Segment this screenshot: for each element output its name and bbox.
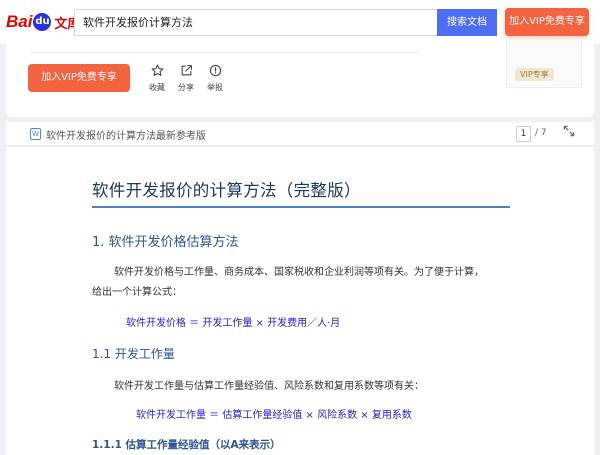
favorite-button[interactable]: 收藏 [142,64,172,93]
share-button[interactable]: 分享 [171,64,201,93]
vip-badge: VIP专享 [515,68,554,81]
share-icon [171,64,201,80]
section-heading-1-1: 1.1 开发工作量 [92,347,175,361]
formula-1: 软件开发价格 ＝ 开发工作量 × 开发费用／人·月 [126,318,341,329]
paragraph-1-line-1: 软件开发价格与工作量、商务成本、国家税收和企业利润等项有关。为了便于计算， [114,267,484,278]
baidu-wenku-logo[interactable]: Bai du 文库 [6,9,80,35]
paragraph-2: 软件开发工作量与估算工作量经验值、风险系数和复用系数等项有关： [114,381,424,392]
favorite-label: 收藏 [149,83,165,92]
document-title-small: 软件开发报价的计算方法最新参考版 [46,131,206,142]
page-total: / 7 [535,128,547,138]
document-header: W 软件开发报价的计算方法最新参考版 1 / 7 [6,122,594,146]
paragraph-1-line-2: 给出一个计算公式： [92,287,182,298]
title-underline [92,206,510,208]
alert-circle-icon [200,64,230,80]
document-page: 软件开发报价的计算方法（完整版） 1. 软件开发价格估算方法 软件开发价格与工作… [6,147,594,455]
search-button[interactable]: 搜索文档 [437,9,497,36]
expand-icon[interactable] [562,124,576,142]
page-number-input[interactable]: 1 [516,126,531,142]
formula-2: 软件开发工作量 ＝ 估算工作量经验值 × 风险系数 × 复用系数 [136,410,412,421]
word-doc-icon: W [30,128,41,140]
divider [30,52,420,53]
share-label: 分享 [178,83,194,92]
document-title: 软件开发报价的计算方法（完整版） [92,181,361,200]
report-button[interactable]: 举报 [200,64,230,93]
paw-logo-icon: du [33,13,52,31]
vip-top-button[interactable]: 加入VIP免费专享 [505,8,589,36]
search-input[interactable]: 软件开发报价计算方法 [74,9,437,36]
top-bar: Bai du 文库 软件开发报价计算方法 搜索文档 加入VIP免费专享 [0,0,600,44]
logo-bai-text: Bai [6,12,33,31]
vip-thumbnail[interactable]: VIP专享 [506,40,582,88]
report-label: 举报 [207,83,223,92]
star-icon [142,64,172,80]
action-card: 加入VIP免费专享 收藏 分享 举报 VIP专享 [6,40,594,117]
section-heading-1: 1. 软件开发价格估算方法 [92,235,239,250]
vip-join-button[interactable]: 加入VIP免费专享 [28,64,130,92]
section-heading-1-1-1: 1.1.1 估算工作量经验值（以A来表示） [92,439,281,451]
